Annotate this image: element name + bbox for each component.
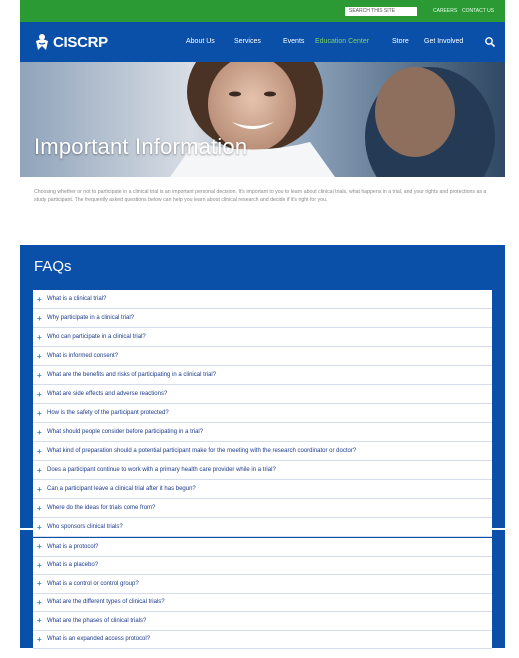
plus-icon: + <box>37 522 42 532</box>
faq-question: Why participate in a clinical trial? <box>47 315 135 321</box>
faq-item[interactable]: + Where do the ideas for trials come from… <box>33 499 492 518</box>
plus-icon: + <box>37 313 42 323</box>
plus-icon: + <box>37 446 42 456</box>
faq-item[interactable]: + What should people consider before part… <box>33 423 492 442</box>
faq-question: Who can participate in a clinical trial? <box>47 334 146 340</box>
nav-education-center[interactable]: Education Center <box>315 38 369 45</box>
faq-question: What is a clinical trial? <box>47 296 107 302</box>
faq-item[interactable]: + What is an expanded access protocol? <box>33 631 492 649</box>
hero-banner: Important Information <box>20 62 505 177</box>
faq-item[interactable]: + What are side effects and adverse react… <box>33 385 492 404</box>
faq-question: Can a participant leave a clinical trial… <box>47 486 196 492</box>
logo-text: CISCRP <box>53 33 108 51</box>
plus-icon: + <box>37 427 42 437</box>
faq-question: What is a protocol? <box>47 543 99 550</box>
plus-icon: + <box>37 597 42 607</box>
plus-icon: + <box>37 542 42 552</box>
faq-item[interactable]: + Who can participate in a clinical trial… <box>33 328 492 347</box>
faq-list-continued: + What is a protocol? + What is a placebo?… <box>33 538 492 649</box>
faq-question: What are side effects and adverse reacti… <box>47 391 168 397</box>
plus-icon: + <box>37 370 42 380</box>
plus-icon: + <box>37 503 42 513</box>
plus-icon: + <box>37 560 42 570</box>
faq-question: What are the different types of clinical… <box>47 599 165 606</box>
nav-store[interactable]: Store <box>392 38 409 45</box>
faq-item[interactable]: + Why participate in a clinical trial? <box>33 309 492 328</box>
contact-link[interactable]: CONTACT US <box>462 8 494 14</box>
plus-icon: + <box>37 484 42 494</box>
nav-services[interactable]: Services <box>234 38 261 45</box>
faq-item[interactable]: + What is a clinical trial? <box>33 290 492 309</box>
site-search-input[interactable]: SEARCH THIS SITE <box>345 7 417 16</box>
faq-question: What is an expanded access protocol? <box>47 636 151 643</box>
faq-question: What are the benefits and risks of parti… <box>47 372 217 378</box>
faq-item[interactable]: + What kind of preparation should a poten… <box>33 442 492 461</box>
search-icon[interactable] <box>484 35 496 48</box>
plus-icon: + <box>37 389 42 399</box>
utility-bar: SEARCH THIS SITE CAREERS CONTACT US <box>20 0 505 22</box>
plus-icon: + <box>37 332 42 342</box>
faq-heading: FAQs <box>34 258 72 275</box>
main-nav: CISCRP About Us Services Events Educatio… <box>20 22 505 62</box>
faq-item[interactable]: + How is the safety of the participant pr… <box>33 404 492 423</box>
nav-about[interactable]: About Us <box>186 38 215 45</box>
nav-events[interactable]: Events <box>283 38 304 45</box>
careers-link[interactable]: CAREERS <box>433 8 457 14</box>
faq-question: Does a participant continue to work with… <box>47 467 276 473</box>
nav-get-involved[interactable]: Get Involved <box>424 38 463 45</box>
faq-item[interactable]: + What is informed consent? <box>33 347 492 366</box>
faq-question: How is the safety of the participant pro… <box>47 410 169 416</box>
faq-question: Who sponsors clinical trials? <box>47 524 123 530</box>
faq-item[interactable]: + Who sponsors clinical trials? <box>33 518 492 537</box>
faq-question: What kind of preparation should a potent… <box>47 448 357 454</box>
page-title: Important Information <box>34 134 248 159</box>
plus-icon: + <box>37 579 42 589</box>
faq-item[interactable]: + What is a protocol? <box>33 538 492 557</box>
faq-item[interactable]: + What are the phases of clinical trials? <box>33 612 492 631</box>
intro-paragraph: Choosing whether or not to participate i… <box>34 189 487 203</box>
faq-item[interactable]: + What are the different types of clinica… <box>33 594 492 612</box>
plus-icon: + <box>37 408 42 418</box>
faq-question: What is a placebo? <box>47 562 99 569</box>
faq-item[interactable]: + What are the benefits and risks of part… <box>33 366 492 385</box>
faq-question: What are the phases of clinical trials? <box>47 617 147 624</box>
plus-icon: + <box>37 465 42 475</box>
faq-item[interactable]: + What is a placebo? <box>33 557 492 575</box>
plus-icon: + <box>37 294 42 304</box>
faq-list: + What is a clinical trial? + Why particip… <box>33 290 492 537</box>
faq-item[interactable]: + Can a participant leave a clinical tria… <box>33 480 492 499</box>
logo-icon <box>34 33 50 51</box>
faq-item[interactable]: + What is a control or control group? <box>33 575 492 594</box>
faq-question: Where do the ideas for trials come from? <box>47 505 156 511</box>
plus-icon: + <box>37 616 42 626</box>
faq-question: What should people consider before parti… <box>47 429 204 435</box>
faq-item[interactable]: + Does a participant continue to work wit… <box>33 461 492 480</box>
faq-question: What is informed consent? <box>47 353 119 359</box>
faq-question: What is a control or control group? <box>47 580 139 587</box>
plus-icon: + <box>37 634 42 644</box>
plus-icon: + <box>37 351 42 361</box>
logo[interactable]: CISCRP <box>34 32 108 52</box>
